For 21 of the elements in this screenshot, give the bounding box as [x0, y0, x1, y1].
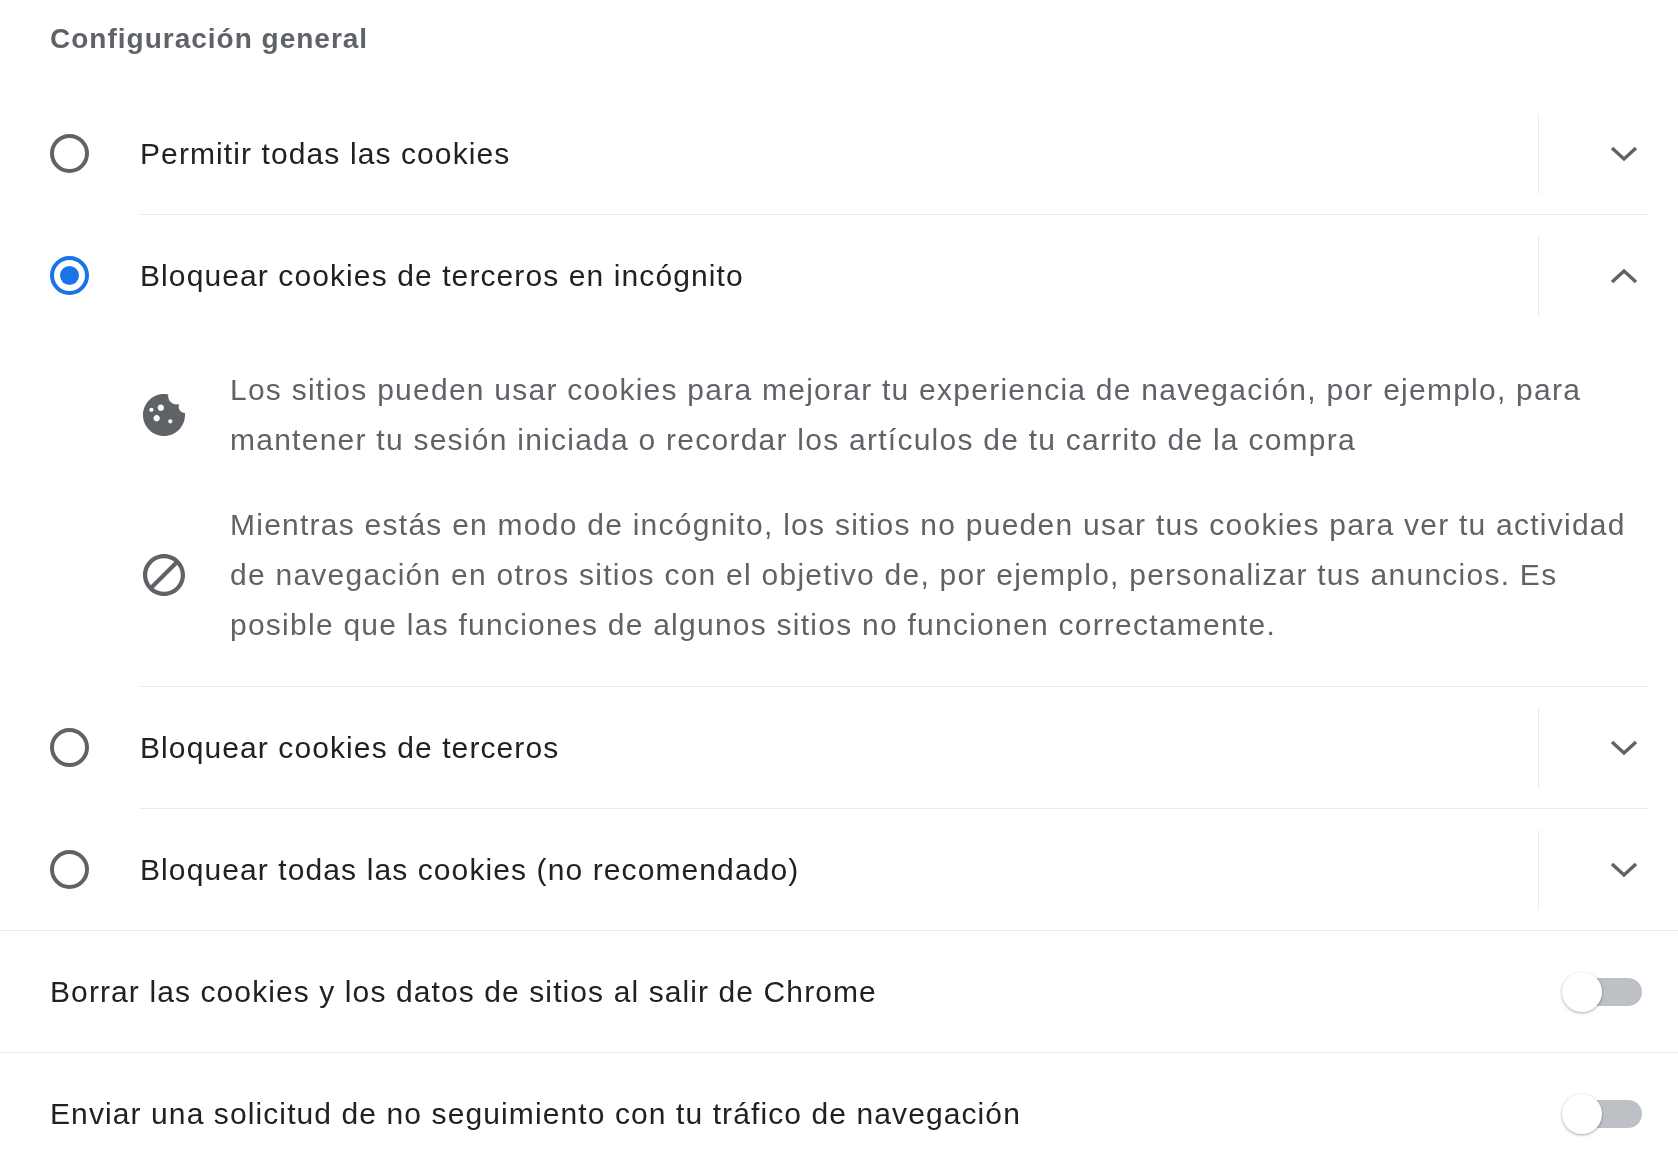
- chevron-down-icon: [1610, 739, 1638, 756]
- option-label[interactable]: Bloquear todas las cookies (no recomendado): [140, 849, 1538, 890]
- setting-label[interactable]: Enviar una solicitud de no seguimiento con tu tráfico de navegación: [50, 1093, 1562, 1134]
- prohibited-icon: [143, 554, 185, 596]
- description-text: Los sitios pueden usar cookies para mejorar tu experiencia de navegación, por ejemplo, para mantener tu sesión iniciada o recordar los artículos de tu carrito de la compra: [230, 372, 1583, 458]
- option-label[interactable]: Bloquear cookies de terceros en incógnito: [140, 255, 1538, 296]
- radio-button[interactable]: [50, 728, 89, 767]
- option-label[interactable]: Permitir todas las cookies: [140, 133, 1538, 174]
- chevron-down-icon: [1610, 145, 1638, 162]
- description-text: Mientras estás en modo de incógnito, los sitios no pueden usar tus cookies para ver tu actividad de navegación en otros sitios con el objetivo de, por ejemplo, personalizar tus anuncios. Es posible que las funciones de algunos sitios no funcionen correctamente.: [230, 507, 1627, 643]
- chevron-down-icon: [1610, 861, 1638, 878]
- option-label[interactable]: Bloquear cookies de terceros: [140, 727, 1538, 768]
- setting-label[interactable]: Borrar las cookies y los datos de sitios al salir de Chrome: [50, 971, 1562, 1012]
- chevron-up-icon: [1610, 267, 1638, 284]
- toggle-switch[interactable]: [1562, 1093, 1642, 1134]
- section-heading: Configuración general: [50, 22, 369, 56]
- radio-button[interactable]: [50, 850, 89, 889]
- cookie-icon: [143, 394, 185, 436]
- radio-button[interactable]: [50, 134, 89, 173]
- radio-button[interactable]: [50, 256, 89, 295]
- toggle-switch[interactable]: [1562, 971, 1642, 1012]
